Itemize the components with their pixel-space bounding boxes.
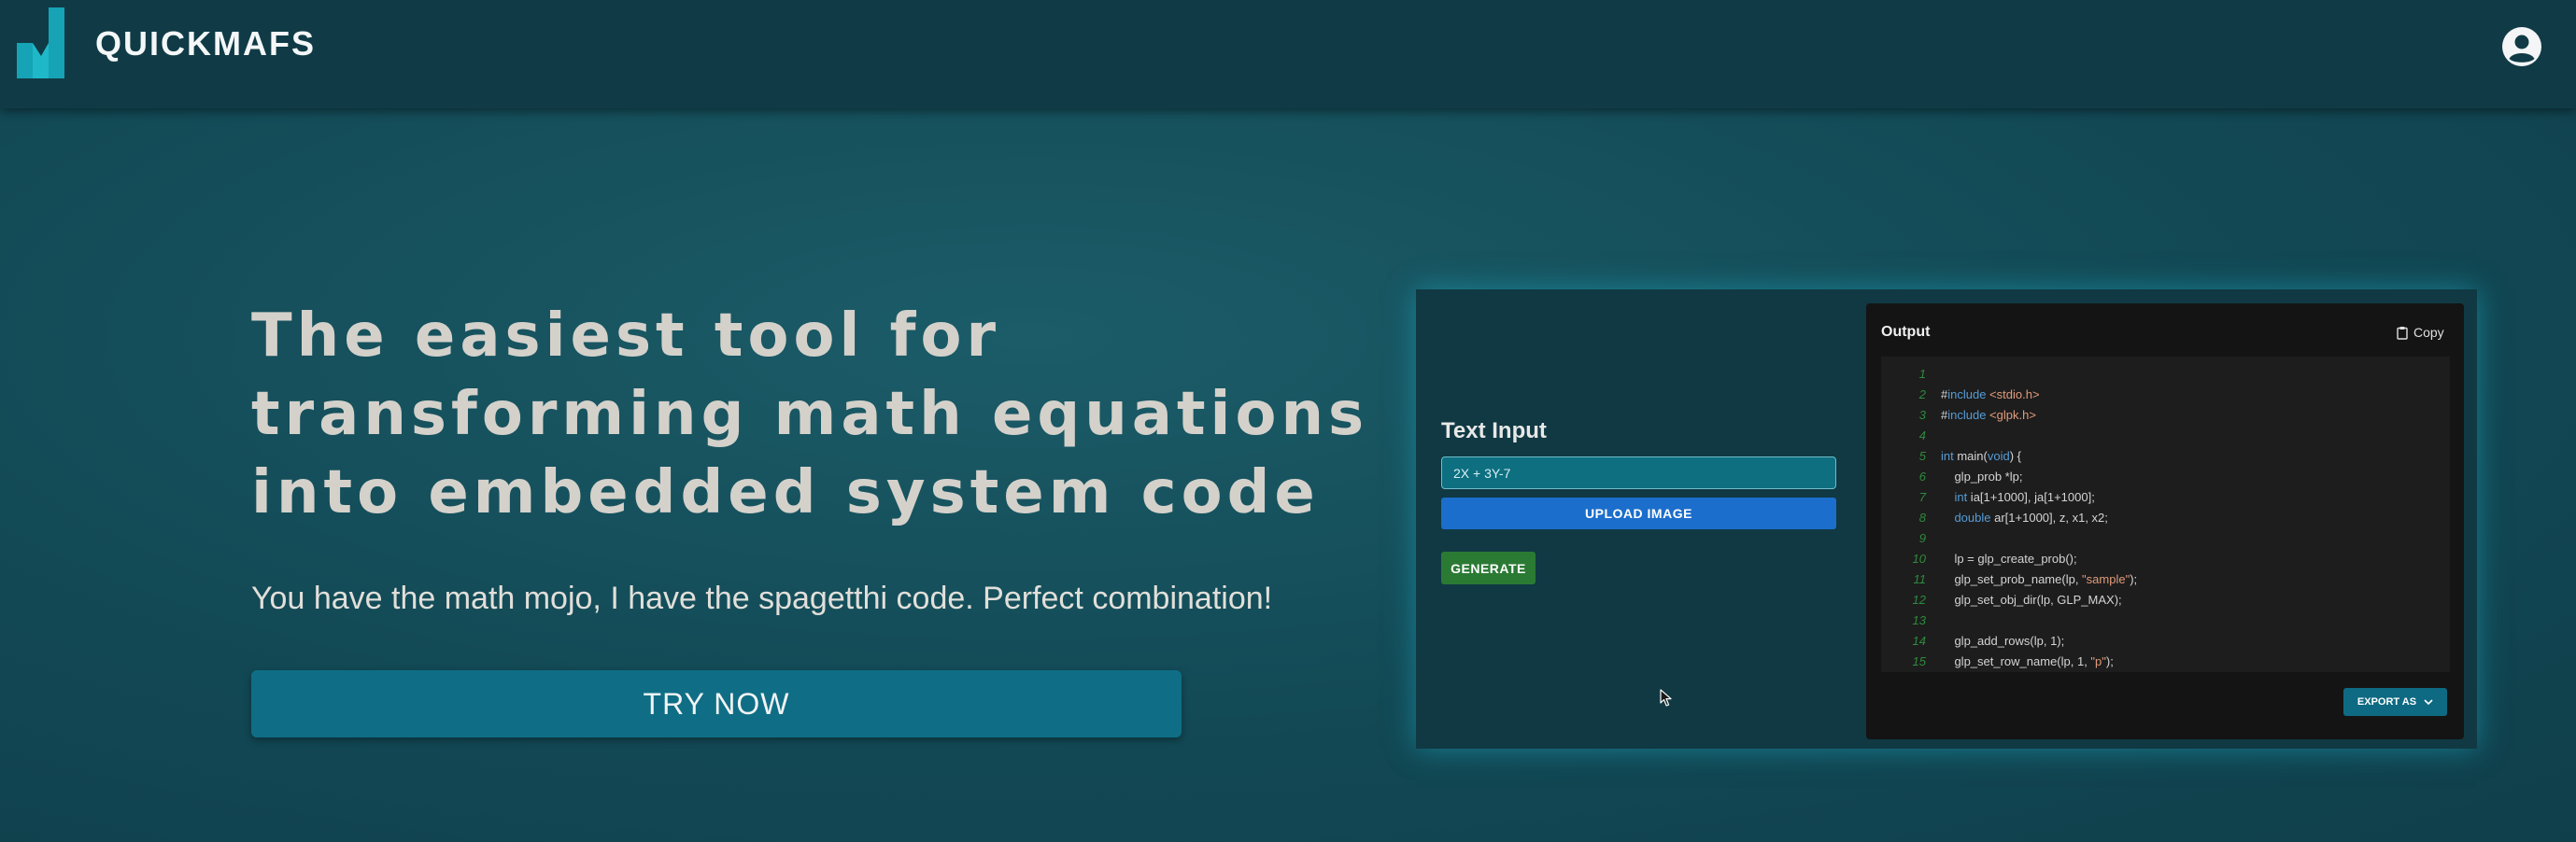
line-number: 2 — [1918, 387, 1926, 401]
code-token: glp_prob *lp; — [1941, 470, 2023, 484]
line-code: #include <stdio.h> — [1941, 385, 2040, 405]
code-token: "sample" — [2082, 572, 2130, 586]
line-number: 3 — [1918, 408, 1926, 422]
code-line: 1 — [1881, 364, 2450, 385]
code-token: <glpk.h> — [1986, 408, 2036, 422]
quickmafs-logo[interactable]: QUICKMAFS — [17, 7, 314, 80]
upload-image-button[interactable]: UPLOAD IMAGE — [1441, 498, 1836, 529]
try-now-button[interactable]: TRY NOW — [251, 670, 1182, 737]
export-label: EXPORT AS — [2357, 696, 2417, 708]
line-code: glp_set_obj_dir(lp, GLP_MAX); — [1941, 590, 2122, 610]
mouse-cursor-icon — [1660, 689, 1672, 707]
code-token: ) { — [2009, 449, 2022, 463]
code-line: 8 double ar[1+1000], z, x1, x2; — [1881, 508, 2450, 528]
code-line: 2 #include <stdio.h> — [1881, 385, 2450, 405]
code-token: double — [1954, 511, 1991, 525]
code-token: glp_set_obj_dir(lp, GLP_MAX); — [1941, 593, 2122, 607]
code-token: glp_add_rows(lp, 1); — [1941, 634, 2065, 648]
code-line: 7 int ia[1+1000], ja[1+1000]; — [1881, 487, 2450, 508]
line-code: glp_prob *lp; — [1941, 467, 2022, 487]
equation-input[interactable] — [1441, 456, 1836, 489]
code-token: ); — [2130, 572, 2138, 586]
code-token: <stdio.h> — [1986, 387, 2040, 401]
chevron-down-icon — [2424, 699, 2433, 705]
copy-label: Copy — [2413, 325, 2444, 340]
line-code: int main(void) { — [1941, 446, 2021, 467]
code-token: ); — [2105, 654, 2114, 668]
line-code: glp_set_row_name(lp, 1, "p"); — [1941, 652, 2114, 672]
line-code: int ia[1+1000], ja[1+1000]; — [1941, 487, 2095, 508]
account-circle-icon[interactable] — [2501, 26, 2542, 67]
code-token: glp_set_prob_name(lp, — [1941, 572, 2083, 586]
code-token: glp_set_row_name(lp, 1, — [1941, 654, 2091, 668]
code-line: 13 — [1881, 610, 2450, 631]
hero-title-line: transforming math equations — [251, 380, 1369, 449]
line-number: 6 — [1918, 470, 1926, 484]
code-line: 10 lp = glp_create_prob(); — [1881, 549, 2450, 569]
code-token: include — [1947, 408, 1987, 422]
code-line: 5 int main(void) { — [1881, 446, 2450, 467]
line-number: 7 — [1918, 490, 1926, 504]
code-line: 4 — [1881, 426, 2450, 446]
code-token: include — [1947, 387, 1987, 401]
line-code: glp_set_prob_name(lp, "sample"); — [1941, 569, 2137, 590]
code-line: 15 glp_set_row_name(lp, 1, "p"); — [1881, 652, 2450, 672]
line-number: 4 — [1918, 428, 1926, 442]
export-as-button[interactable]: EXPORT AS — [2343, 688, 2447, 716]
output-heading: Output — [1881, 324, 1931, 340]
line-code: #include <glpk.h> — [1941, 405, 2036, 426]
line-number: 5 — [1918, 449, 1926, 463]
text-input-heading: Text Input — [1441, 418, 1547, 443]
copy-button[interactable]: Copy — [2397, 322, 2444, 343]
demo-panel: Text Input UPLOAD IMAGE GENERATE Output … — [1416, 289, 2477, 749]
line-number: 14 — [1912, 634, 1926, 648]
code-token: "p" — [2090, 654, 2106, 668]
line-number: 15 — [1912, 654, 1926, 668]
line-number: 13 — [1912, 613, 1926, 627]
code-line: 9 — [1881, 528, 2450, 549]
line-code: glp_add_rows(lp, 1); — [1941, 631, 2064, 652]
code-token: int — [1954, 490, 1968, 504]
code-line: 12 glp_set_obj_dir(lp, GLP_MAX); — [1881, 590, 2450, 610]
line-number: 12 — [1912, 593, 1926, 607]
clipboard-icon — [2397, 326, 2408, 340]
hero-title: The easiest tool for transforming math e… — [251, 297, 1400, 532]
code-token: lp = glp_create_prob(); — [1941, 552, 2077, 566]
line-code: lp = glp_create_prob(); — [1941, 549, 2077, 569]
logo-text: QUICKMAFS — [95, 24, 316, 63]
code-output-area[interactable]: 1 2 #include <stdio.h> 3 #include <glpk.h> 4 5… — [1881, 357, 2450, 672]
line-number: 1 — [1918, 367, 1926, 381]
line-number: 8 — [1918, 511, 1926, 525]
code-token: main( — [1953, 449, 1988, 463]
logo-bars-icon — [17, 7, 64, 78]
code-line: 14 glp_add_rows(lp, 1); — [1881, 631, 2450, 652]
code-line: 11 glp_set_prob_name(lp, "sample"); — [1881, 569, 2450, 590]
line-code: double ar[1+1000], z, x1, x2; — [1941, 508, 2108, 528]
line-number: 9 — [1918, 531, 1926, 545]
line-number: 11 — [1913, 572, 1927, 586]
hero-title-line: into embedded system code — [251, 458, 1320, 527]
code-token: void — [1987, 449, 2010, 463]
hero-title-line: The easiest tool for — [251, 302, 1001, 371]
code-token: int — [1941, 449, 1954, 463]
hero-subtitle: You have the math mojo, I have the spage… — [251, 581, 1273, 616]
code-token: ia[1+1000], ja[1+1000]; — [1967, 490, 2095, 504]
generate-button[interactable]: GENERATE — [1441, 552, 1536, 584]
code-token: ar[1+1000], z, x1, x2; — [1990, 511, 2108, 525]
code-line: 3 #include <glpk.h> — [1881, 405, 2450, 426]
navbar: QUICKMAFS — [0, 0, 2576, 108]
code-line: 6 glp_prob *lp; — [1881, 467, 2450, 487]
output-panel: Output Copy 1 2 #include <stdio.h> 3 #includ… — [1866, 303, 2464, 739]
line-number: 10 — [1912, 552, 1926, 566]
